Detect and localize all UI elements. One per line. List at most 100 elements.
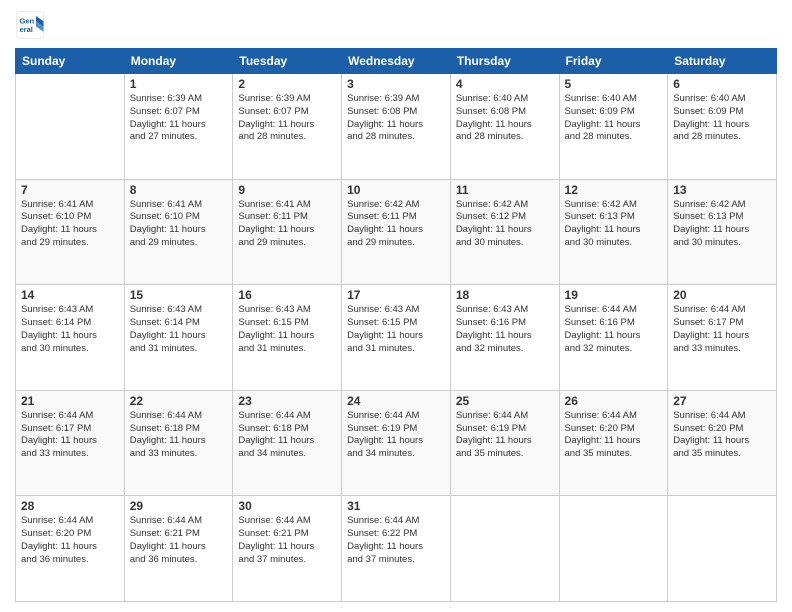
calendar-cell: 18 Sunrise: 6:43 AMSunset: 6:16 PMDayligh…	[450, 285, 559, 391]
day-number: 11	[456, 183, 554, 197]
day-info: Sunrise: 6:42 AMSunset: 6:13 PMDaylight:…	[565, 199, 663, 250]
day-info: Sunrise: 6:44 AMSunset: 6:18 PMDaylight:…	[130, 410, 228, 461]
calendar-cell: 1 Sunrise: 6:39 AMSunset: 6:07 PMDaylight…	[124, 74, 233, 180]
day-info: Sunrise: 6:43 AMSunset: 6:14 PMDaylight:…	[21, 304, 119, 355]
header-day-saturday: Saturday	[668, 49, 777, 74]
day-info: Sunrise: 6:44 AMSunset: 6:19 PMDaylight:…	[456, 410, 554, 461]
day-info: Sunrise: 6:40 AMSunset: 6:08 PMDaylight:…	[456, 93, 554, 144]
day-number: 27	[673, 394, 771, 408]
day-number: 20	[673, 288, 771, 302]
day-info: Sunrise: 6:42 AMSunset: 6:11 PMDaylight:…	[347, 199, 445, 250]
day-number: 18	[456, 288, 554, 302]
day-info: Sunrise: 6:42 AMSunset: 6:12 PMDaylight:…	[456, 199, 554, 250]
day-number: 10	[347, 183, 445, 197]
calendar-cell: 5Sunrise: 6:40 AMSunset: 6:09 PMDaylight…	[559, 74, 668, 180]
day-number: 3	[347, 77, 445, 91]
week-row-5: 28 Sunrise: 6:44 AMSunset: 6:20 PMDayligh…	[16, 496, 777, 602]
calendar-cell: 13Sunrise: 6:42 AMSunset: 6:13 PMDayligh…	[668, 179, 777, 285]
calendar-cell: 17 Sunrise: 6:43 AMSunset: 6:15 PMDayligh…	[342, 285, 451, 391]
day-info: Sunrise: 6:41 AMSunset: 6:11 PMDaylight:…	[238, 199, 336, 250]
calendar-cell	[668, 496, 777, 602]
day-number: 30	[238, 499, 336, 513]
calendar-cell: 21 Sunrise: 6:44 AMSunset: 6:17 PMDayligh…	[16, 390, 125, 496]
day-info: Sunrise: 6:44 AMSunset: 6:19 PMDaylight:…	[347, 410, 445, 461]
calendar-cell: 25 Sunrise: 6:44 AMSunset: 6:19 PMDayligh…	[450, 390, 559, 496]
calendar-cell: 6Sunrise: 6:40 AMSunset: 6:09 PMDaylight…	[668, 74, 777, 180]
day-number: 6	[673, 77, 771, 91]
day-info: Sunrise: 6:44 AMSunset: 6:17 PMDaylight:…	[21, 410, 119, 461]
calendar-cell: 16 Sunrise: 6:43 AMSunset: 6:15 PMDayligh…	[233, 285, 342, 391]
week-row-2: 7 Sunrise: 6:41 AMSunset: 6:10 PMDaylight…	[16, 179, 777, 285]
calendar-cell: 19 Sunrise: 6:44 AMSunset: 6:16 PMDayligh…	[559, 285, 668, 391]
day-number: 9	[238, 183, 336, 197]
calendar-cell: 14 Sunrise: 6:43 AMSunset: 6:14 PMDayligh…	[16, 285, 125, 391]
calendar-body: 1 Sunrise: 6:39 AMSunset: 6:07 PMDaylight…	[16, 74, 777, 602]
day-number: 24	[347, 394, 445, 408]
day-info: Sunrise: 6:44 AMSunset: 6:21 PMDaylight:…	[130, 515, 228, 566]
day-number: 26	[565, 394, 663, 408]
calendar-header: SundayMondayTuesdayWednesdayThursdayFrid…	[16, 49, 777, 74]
day-info: Sunrise: 6:42 AMSunset: 6:13 PMDaylight:…	[673, 199, 771, 250]
logo-icon: Gen eral	[15, 10, 45, 40]
calendar-cell: 2 Sunrise: 6:39 AMSunset: 6:07 PMDaylight…	[233, 74, 342, 180]
day-info: Sunrise: 6:39 AMSunset: 6:08 PMDaylight:…	[347, 93, 445, 144]
day-number: 29	[130, 499, 228, 513]
header-day-sunday: Sunday	[16, 49, 125, 74]
logo: Gen eral	[15, 10, 49, 40]
svg-text:eral: eral	[20, 25, 33, 34]
day-number: 8	[130, 183, 228, 197]
day-number: 17	[347, 288, 445, 302]
calendar-cell: 23Sunrise: 6:44 AMSunset: 6:18 PMDayligh…	[233, 390, 342, 496]
header-day-wednesday: Wednesday	[342, 49, 451, 74]
day-number: 31	[347, 499, 445, 513]
day-number: 7	[21, 183, 119, 197]
day-info: Sunrise: 6:43 AMSunset: 6:15 PMDaylight:…	[238, 304, 336, 355]
calendar-cell: 30Sunrise: 6:44 AMSunset: 6:21 PMDayligh…	[233, 496, 342, 602]
day-number: 25	[456, 394, 554, 408]
day-info: Sunrise: 6:44 AMSunset: 6:17 PMDaylight:…	[673, 304, 771, 355]
day-info: Sunrise: 6:43 AMSunset: 6:14 PMDaylight:…	[130, 304, 228, 355]
day-number: 22	[130, 394, 228, 408]
day-info: Sunrise: 6:44 AMSunset: 6:20 PMDaylight:…	[565, 410, 663, 461]
calendar-cell: 20 Sunrise: 6:44 AMSunset: 6:17 PMDayligh…	[668, 285, 777, 391]
day-info: Sunrise: 6:44 AMSunset: 6:18 PMDaylight:…	[238, 410, 336, 461]
day-number: 21	[21, 394, 119, 408]
calendar-cell: 3 Sunrise: 6:39 AMSunset: 6:08 PMDaylight…	[342, 74, 451, 180]
calendar-cell: 31Sunrise: 6:44 AMSunset: 6:22 PMDayligh…	[342, 496, 451, 602]
day-number: 28	[21, 499, 119, 513]
calendar-cell: 8Sunrise: 6:41 AMSunset: 6:10 PMDaylight…	[124, 179, 233, 285]
week-row-1: 1 Sunrise: 6:39 AMSunset: 6:07 PMDaylight…	[16, 74, 777, 180]
day-info: Sunrise: 6:41 AMSunset: 6:10 PMDaylight:…	[21, 199, 119, 250]
day-number: 19	[565, 288, 663, 302]
calendar-cell: 7 Sunrise: 6:41 AMSunset: 6:10 PMDaylight…	[16, 179, 125, 285]
calendar-cell: 27 Sunrise: 6:44 AMSunset: 6:20 PMDayligh…	[668, 390, 777, 496]
day-number: 16	[238, 288, 336, 302]
week-row-3: 14 Sunrise: 6:43 AMSunset: 6:14 PMDayligh…	[16, 285, 777, 391]
calendar-cell: 11 Sunrise: 6:42 AMSunset: 6:12 PMDayligh…	[450, 179, 559, 285]
calendar-cell	[450, 496, 559, 602]
day-number: 4	[456, 77, 554, 91]
day-info: Sunrise: 6:44 AMSunset: 6:20 PMDaylight:…	[673, 410, 771, 461]
day-info: Sunrise: 6:44 AMSunset: 6:20 PMDaylight:…	[21, 515, 119, 566]
calendar-cell: 12 Sunrise: 6:42 AMSunset: 6:13 PMDayligh…	[559, 179, 668, 285]
header-day-thursday: Thursday	[450, 49, 559, 74]
day-number: 14	[21, 288, 119, 302]
day-info: Sunrise: 6:39 AMSunset: 6:07 PMDaylight:…	[238, 93, 336, 144]
page: Gen eral SundayMondayTuesdayWednesdayThu…	[0, 0, 792, 612]
day-info: Sunrise: 6:39 AMSunset: 6:07 PMDaylight:…	[130, 93, 228, 144]
day-number: 2	[238, 77, 336, 91]
week-row-4: 21 Sunrise: 6:44 AMSunset: 6:17 PMDayligh…	[16, 390, 777, 496]
calendar-cell: 24 Sunrise: 6:44 AMSunset: 6:19 PMDayligh…	[342, 390, 451, 496]
calendar-cell	[16, 74, 125, 180]
day-info: Sunrise: 6:43 AMSunset: 6:15 PMDaylight:…	[347, 304, 445, 355]
calendar-cell: 22 Sunrise: 6:44 AMSunset: 6:18 PMDayligh…	[124, 390, 233, 496]
day-number: 12	[565, 183, 663, 197]
calendar-cell: 4 Sunrise: 6:40 AMSunset: 6:08 PMDaylight…	[450, 74, 559, 180]
header-day-monday: Monday	[124, 49, 233, 74]
day-info: Sunrise: 6:43 AMSunset: 6:16 PMDaylight:…	[456, 304, 554, 355]
day-number: 1	[130, 77, 228, 91]
calendar-cell: 28 Sunrise: 6:44 AMSunset: 6:20 PMDayligh…	[16, 496, 125, 602]
calendar-cell: 9 Sunrise: 6:41 AMSunset: 6:11 PMDaylight…	[233, 179, 342, 285]
day-info: Sunrise: 6:44 AMSunset: 6:16 PMDaylight:…	[565, 304, 663, 355]
header-row: SundayMondayTuesdayWednesdayThursdayFrid…	[16, 49, 777, 74]
